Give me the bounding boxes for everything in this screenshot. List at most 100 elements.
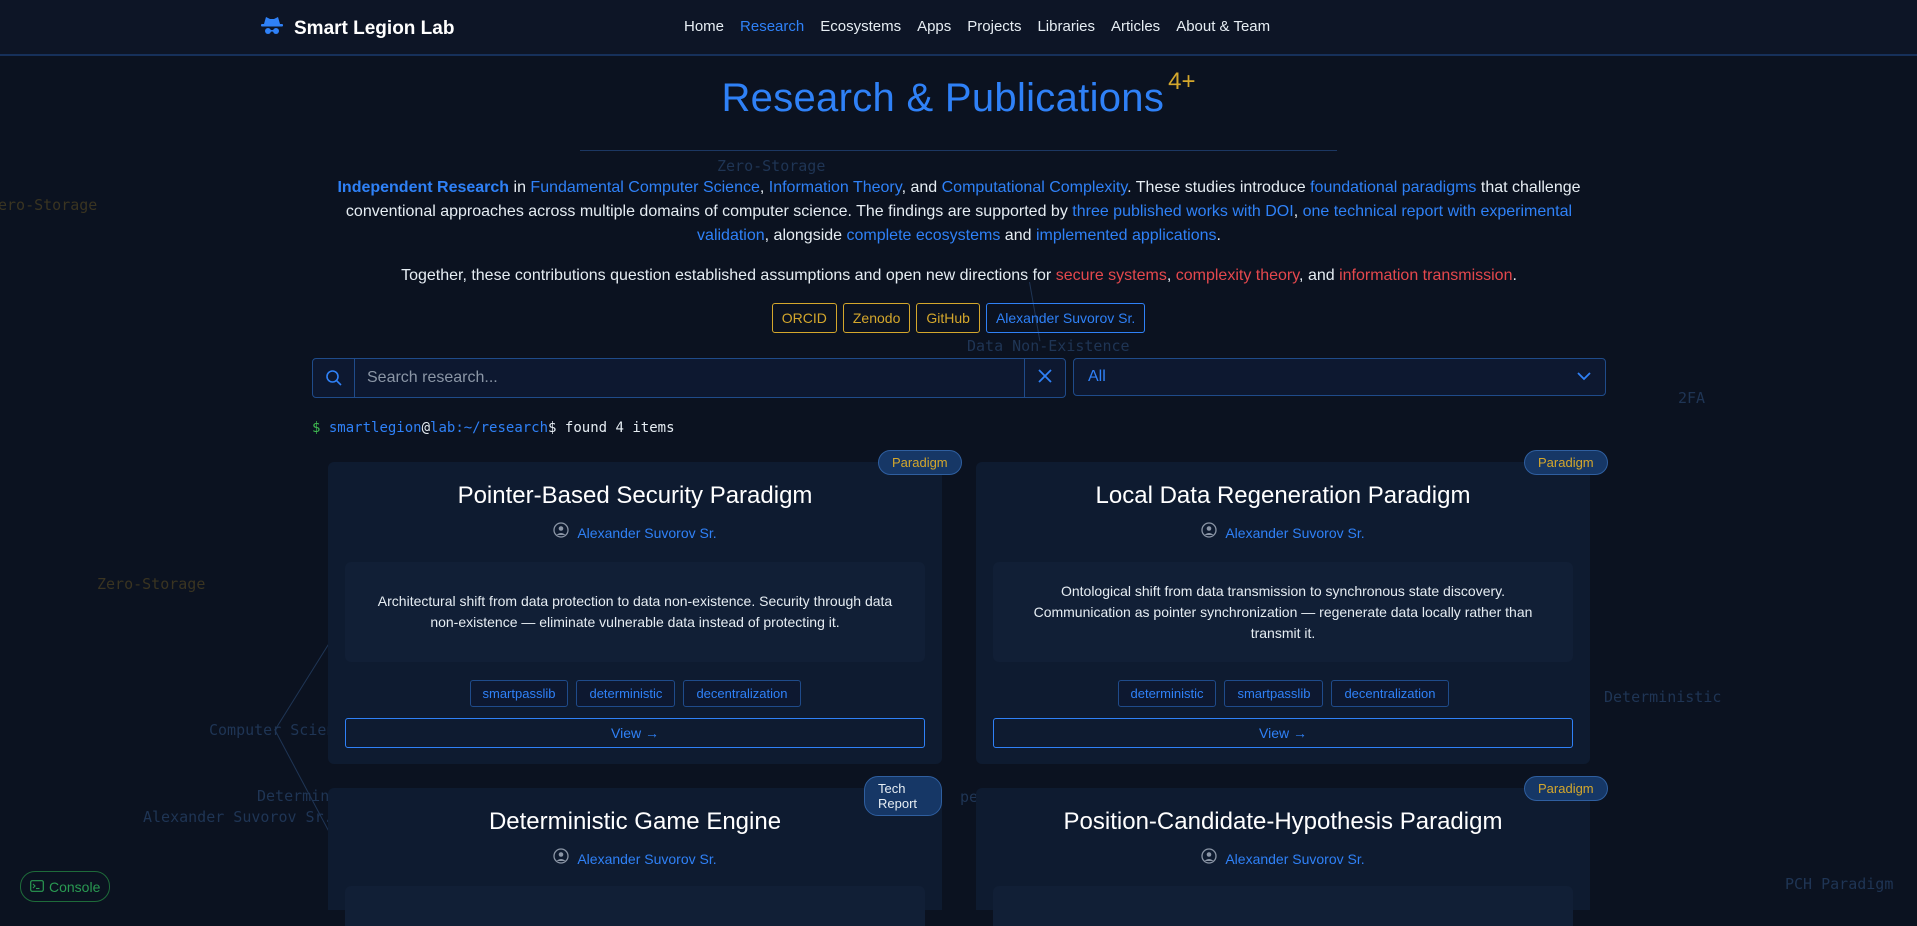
card-title: Local Data Regeneration Paradigm — [1095, 482, 1471, 509]
terminal-path: :~/research — [455, 420, 549, 436]
user-circle-icon — [553, 522, 569, 543]
github-button[interactable]: GitHub — [916, 303, 980, 333]
bg-label: Zero-Storage — [717, 157, 826, 175]
nav-libraries[interactable]: Libraries — [1037, 18, 1095, 35]
bg-connector — [275, 635, 335, 730]
author-link[interactable]: Alexander Suvorov Sr. — [1225, 851, 1364, 867]
nav-about-team[interactable]: About & Team — [1176, 18, 1270, 35]
card-type-badge: Paradigm — [1524, 450, 1608, 475]
intro-link-cs[interactable]: Fundamental Computer Science — [530, 179, 759, 196]
intro-link-independent-research[interactable]: Independent Research — [337, 179, 509, 196]
intro-link-paradigms[interactable]: foundational paradigms — [1310, 179, 1476, 196]
nav-articles[interactable]: Articles — [1111, 18, 1160, 35]
intro-text: . — [1216, 227, 1221, 244]
intro-text: in — [509, 179, 531, 196]
category-filter-select[interactable]: All — [1073, 358, 1606, 396]
tag[interactable]: smartpasslib — [469, 680, 569, 707]
card-description: Ontological shift from data transmission… — [993, 562, 1573, 662]
view-button[interactable]: View → — [345, 718, 925, 748]
user-circle-icon — [553, 848, 569, 869]
clear-search-button[interactable] — [1024, 359, 1065, 397]
intro-text: , — [759, 179, 769, 196]
card-author: Alexander Suvorov Sr. — [328, 848, 942, 869]
research-card: Paradigm Pointer-Based Security Paradigm… — [328, 450, 962, 764]
author-link[interactable]: Alexander Suvorov Sr. — [577, 525, 716, 541]
research-card: Paradigm Position-Candidate-Hypothesis P… — [976, 776, 1608, 926]
bg-label: Zero-Storage — [97, 575, 206, 593]
research-card: Tech Report Deterministic Game Engine Al… — [328, 776, 942, 926]
title-divider — [580, 150, 1337, 151]
card-title: Deterministic Game Engine — [488, 808, 782, 835]
intro-text: , alongside — [764, 227, 847, 244]
intro-text: Together, these contributions question e… — [401, 267, 1056, 284]
intro-text: , and — [1299, 267, 1340, 284]
card-tags: deterministic smartpasslib decentralizat… — [976, 680, 1590, 707]
intro-link-applications[interactable]: implemented applications — [1036, 227, 1217, 244]
intro-link-doi-works[interactable]: three published works with DOI — [1072, 203, 1293, 220]
terminal-dollar: $ — [312, 420, 321, 436]
brand[interactable]: Smart Legion Lab — [260, 15, 454, 42]
intro-text: , — [1166, 267, 1176, 284]
spy-logo-icon — [260, 15, 284, 42]
tag[interactable]: decentralization — [683, 680, 801, 707]
intro-link-info-theory[interactable]: Information Theory — [769, 179, 902, 196]
terminal-message: found 4 items — [564, 420, 675, 436]
page-title: Research & Publications — [721, 76, 1165, 120]
terminal-status: $ smartlegion@lab:~/research$ found 4 it… — [312, 420, 675, 436]
nav-home[interactable]: Home — [684, 18, 724, 35]
user-circle-icon — [1201, 848, 1217, 869]
bg-label: 2FA — [1678, 389, 1706, 407]
intro-text: , and — [901, 179, 942, 196]
item-count-badge: 4+ — [1168, 68, 1196, 95]
author-link[interactable]: Alexander Suvorov Sr. — [577, 851, 716, 867]
brand-name: Smart Legion Lab — [294, 17, 455, 39]
card-author: Alexander Suvorov Sr. — [976, 522, 1590, 543]
console-button[interactable]: Console — [20, 871, 111, 902]
terminal-host: lab — [430, 420, 456, 436]
top-navbar: Smart Legion Lab Home Research Ecosystem… — [0, 0, 1917, 56]
bg-label: Alexander Suvorov Sr. — [143, 808, 333, 826]
filter-selected-value: All — [1088, 368, 1106, 385]
nav-ecosystems[interactable]: Ecosystems — [820, 18, 901, 35]
page-header: Research & Publications 4+ — [0, 68, 1917, 121]
intro-link-complexity[interactable]: Computational Complexity — [942, 179, 1128, 196]
nav-research[interactable]: Research — [740, 18, 804, 35]
nav-menu: Home Research Ecosystems Apps Projects L… — [684, 18, 1270, 35]
author-profile-button[interactable]: Alexander Suvorov Sr. — [985, 303, 1146, 333]
terminal-at: @ — [421, 420, 431, 436]
bg-label: Deterministic — [1604, 688, 1722, 706]
search-icon — [313, 359, 355, 397]
intro-text: . These studies introduce — [1127, 179, 1311, 196]
search-input[interactable] — [355, 359, 1024, 397]
nav-apps[interactable]: Apps — [917, 18, 951, 35]
card-description — [993, 886, 1573, 926]
card-author: Alexander Suvorov Sr. — [328, 522, 942, 543]
search-bar — [312, 358, 1066, 398]
terminal-icon — [30, 879, 44, 895]
intro-link-complexity-theory[interactable]: complexity theory — [1176, 267, 1299, 284]
chevron-down-icon — [1577, 368, 1591, 386]
card-description — [345, 886, 925, 926]
bg-label: Data Non-Existence — [967, 337, 1130, 355]
close-icon — [1038, 368, 1052, 388]
tag[interactable]: smartpasslib — [1224, 680, 1324, 707]
intro-paragraph-2: Together, these contributions question e… — [326, 264, 1592, 288]
orcid-button[interactable]: ORCID — [771, 303, 837, 333]
profile-badges: ORCID Zenodo GitHub Alexander Suvorov Sr… — [0, 303, 1917, 333]
bg-label: PCH Paradigm — [1785, 875, 1894, 893]
card-type-badge: Paradigm — [878, 450, 962, 475]
intro-link-ecosystems[interactable]: complete ecosystems — [847, 227, 1001, 244]
nav-projects[interactable]: Projects — [967, 18, 1021, 35]
tag[interactable]: decentralization — [1331, 680, 1449, 707]
zenodo-button[interactable]: Zenodo — [842, 303, 911, 333]
bg-label: ero-Storage — [0, 196, 98, 214]
view-button[interactable]: View → — [993, 718, 1573, 748]
card-description: Architectural shift from data protection… — [345, 562, 925, 662]
intro-paragraph: Independent Research in Fundamental Comp… — [326, 176, 1592, 248]
terminal-user: smartlegion — [328, 420, 422, 436]
intro-link-info-transmission[interactable]: information transmission — [1339, 267, 1512, 284]
intro-link-secure-systems[interactable]: secure systems — [1056, 267, 1167, 284]
tag[interactable]: deterministic — [1117, 680, 1217, 707]
tag[interactable]: deterministic — [576, 680, 676, 707]
author-link[interactable]: Alexander Suvorov Sr. — [1225, 525, 1364, 541]
